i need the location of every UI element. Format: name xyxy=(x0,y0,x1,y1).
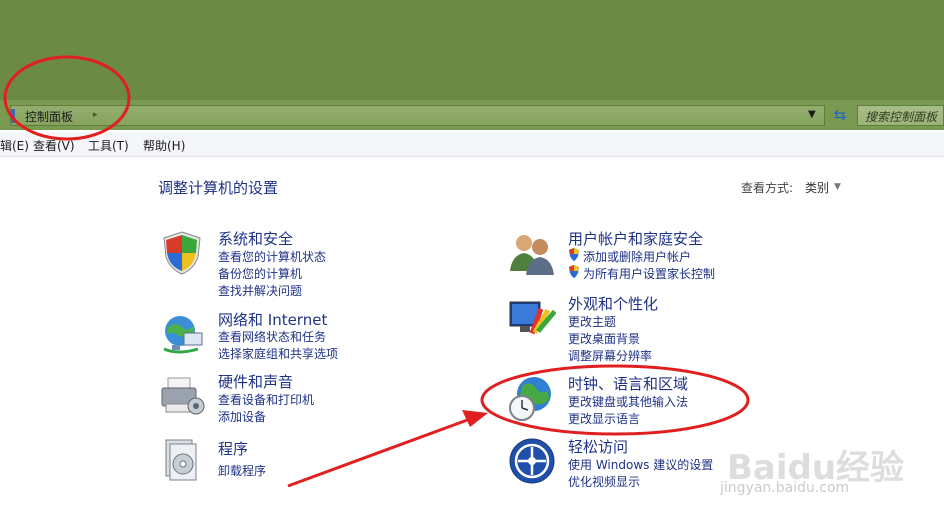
category-title-security[interactable]: 系统和安全 xyxy=(218,228,293,249)
link-parental-controls[interactable]: 为所有用户设置家长控制 xyxy=(583,265,715,282)
view-by-dropdown[interactable]: 类别 xyxy=(805,179,829,196)
link-network-status[interactable]: 查看网络状态和任务 xyxy=(218,328,326,345)
view-by-label: 查看方式: xyxy=(741,181,794,195)
link-troubleshoot[interactable]: 查找并解决问题 xyxy=(218,282,302,299)
uac-shield-icon xyxy=(569,248,579,261)
window-title-bar xyxy=(0,0,944,100)
control-panel-icon xyxy=(11,109,15,123)
uac-shield-icon xyxy=(569,265,579,278)
link-change-display-language[interactable]: 更改显示语言 xyxy=(568,410,640,427)
search-input[interactable]: 搜索控制面板 xyxy=(857,105,944,126)
appearance-icon[interactable] xyxy=(508,296,556,344)
category-title-ease-of-access[interactable]: 轻松访问 xyxy=(568,436,628,457)
network-globe-icon[interactable] xyxy=(158,311,206,359)
menu-bar: 辑(E) 查看(V) 工具(T) 帮助(H) xyxy=(0,132,944,157)
link-uninstall-program[interactable]: 卸载程序 xyxy=(218,462,266,479)
address-dropdown-icon[interactable]: ▼ xyxy=(808,109,816,120)
link-homegroup-sharing[interactable]: 选择家庭组和共享选项 xyxy=(218,345,338,362)
link-add-remove-accounts[interactable]: 添加或删除用户帐户 xyxy=(583,248,691,265)
printer-icon[interactable] xyxy=(158,372,206,420)
page-title: 调整计算机的设置 xyxy=(158,179,279,197)
address-bar[interactable]: 控制面板 ▸ xyxy=(10,105,825,126)
link-devices-printers[interactable]: 查看设备和打印机 xyxy=(218,391,314,408)
link-backup-computer[interactable]: 备份您的计算机 xyxy=(218,265,302,282)
ease-of-access-icon[interactable] xyxy=(508,437,556,485)
users-icon[interactable] xyxy=(508,229,556,277)
link-recommended-settings[interactable]: 使用 Windows 建议的设置 xyxy=(568,456,713,473)
menu-tools[interactable]: 工具(T) xyxy=(88,137,129,154)
menu-help[interactable]: 帮助(H) xyxy=(143,137,185,154)
link-optimize-video[interactable]: 优化视频显示 xyxy=(568,473,640,490)
programs-icon[interactable] xyxy=(158,436,206,484)
link-add-device[interactable]: 添加设备 xyxy=(218,408,266,425)
category-title-appearance[interactable]: 外观和个性化 xyxy=(568,293,658,314)
link-change-desktop-background[interactable]: 更改桌面背景 xyxy=(568,330,640,347)
category-title-users[interactable]: 用户帐户和家庭安全 xyxy=(568,228,703,249)
chevron-down-icon[interactable]: ▼ xyxy=(834,182,841,192)
link-change-theme[interactable]: 更改主题 xyxy=(568,313,616,330)
link-view-computer-status[interactable]: 查看您的计算机状态 xyxy=(218,248,326,265)
watermark-url: jingyan.baidu.com xyxy=(720,480,850,496)
search-placeholder: 搜索控制面板 xyxy=(865,110,938,124)
link-change-keyboard[interactable]: 更改键盘或其他输入法 xyxy=(568,393,688,410)
category-title-hardware[interactable]: 硬件和声音 xyxy=(218,371,293,392)
menu-edit[interactable]: 辑(E) xyxy=(0,137,29,154)
category-title-programs[interactable]: 程序 xyxy=(218,438,248,459)
category-title-clock-region[interactable]: 时钟、语言和区域 xyxy=(568,373,688,394)
refresh-icon[interactable]: ⇆ xyxy=(829,105,851,126)
breadcrumb-control-panel[interactable]: 控制面板 xyxy=(25,108,73,125)
category-title-network[interactable]: 网络和 Internet xyxy=(218,309,327,330)
breadcrumb-chevron-icon[interactable]: ▸ xyxy=(93,110,98,120)
clock-globe-icon[interactable] xyxy=(506,374,554,422)
menu-view[interactable]: 查看(V) xyxy=(33,137,75,154)
link-adjust-resolution[interactable]: 调整屏幕分辨率 xyxy=(568,347,652,364)
shield-icon[interactable] xyxy=(158,229,206,277)
